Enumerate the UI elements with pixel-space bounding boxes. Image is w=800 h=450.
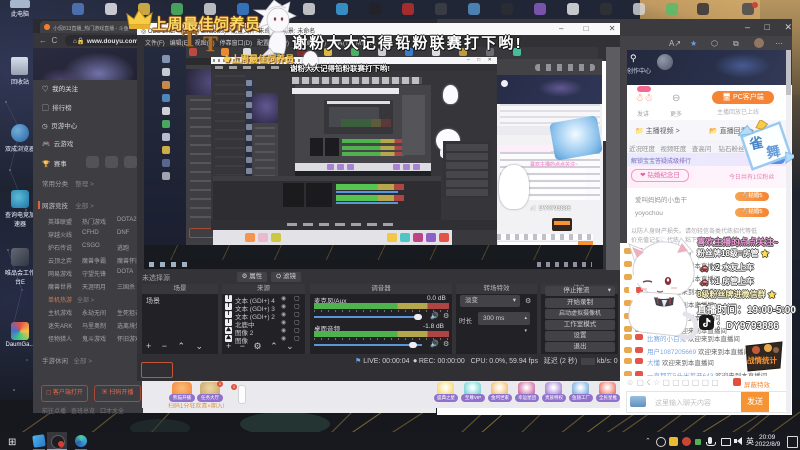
- svg-text:战情统计: 战情统计: [747, 355, 777, 365]
